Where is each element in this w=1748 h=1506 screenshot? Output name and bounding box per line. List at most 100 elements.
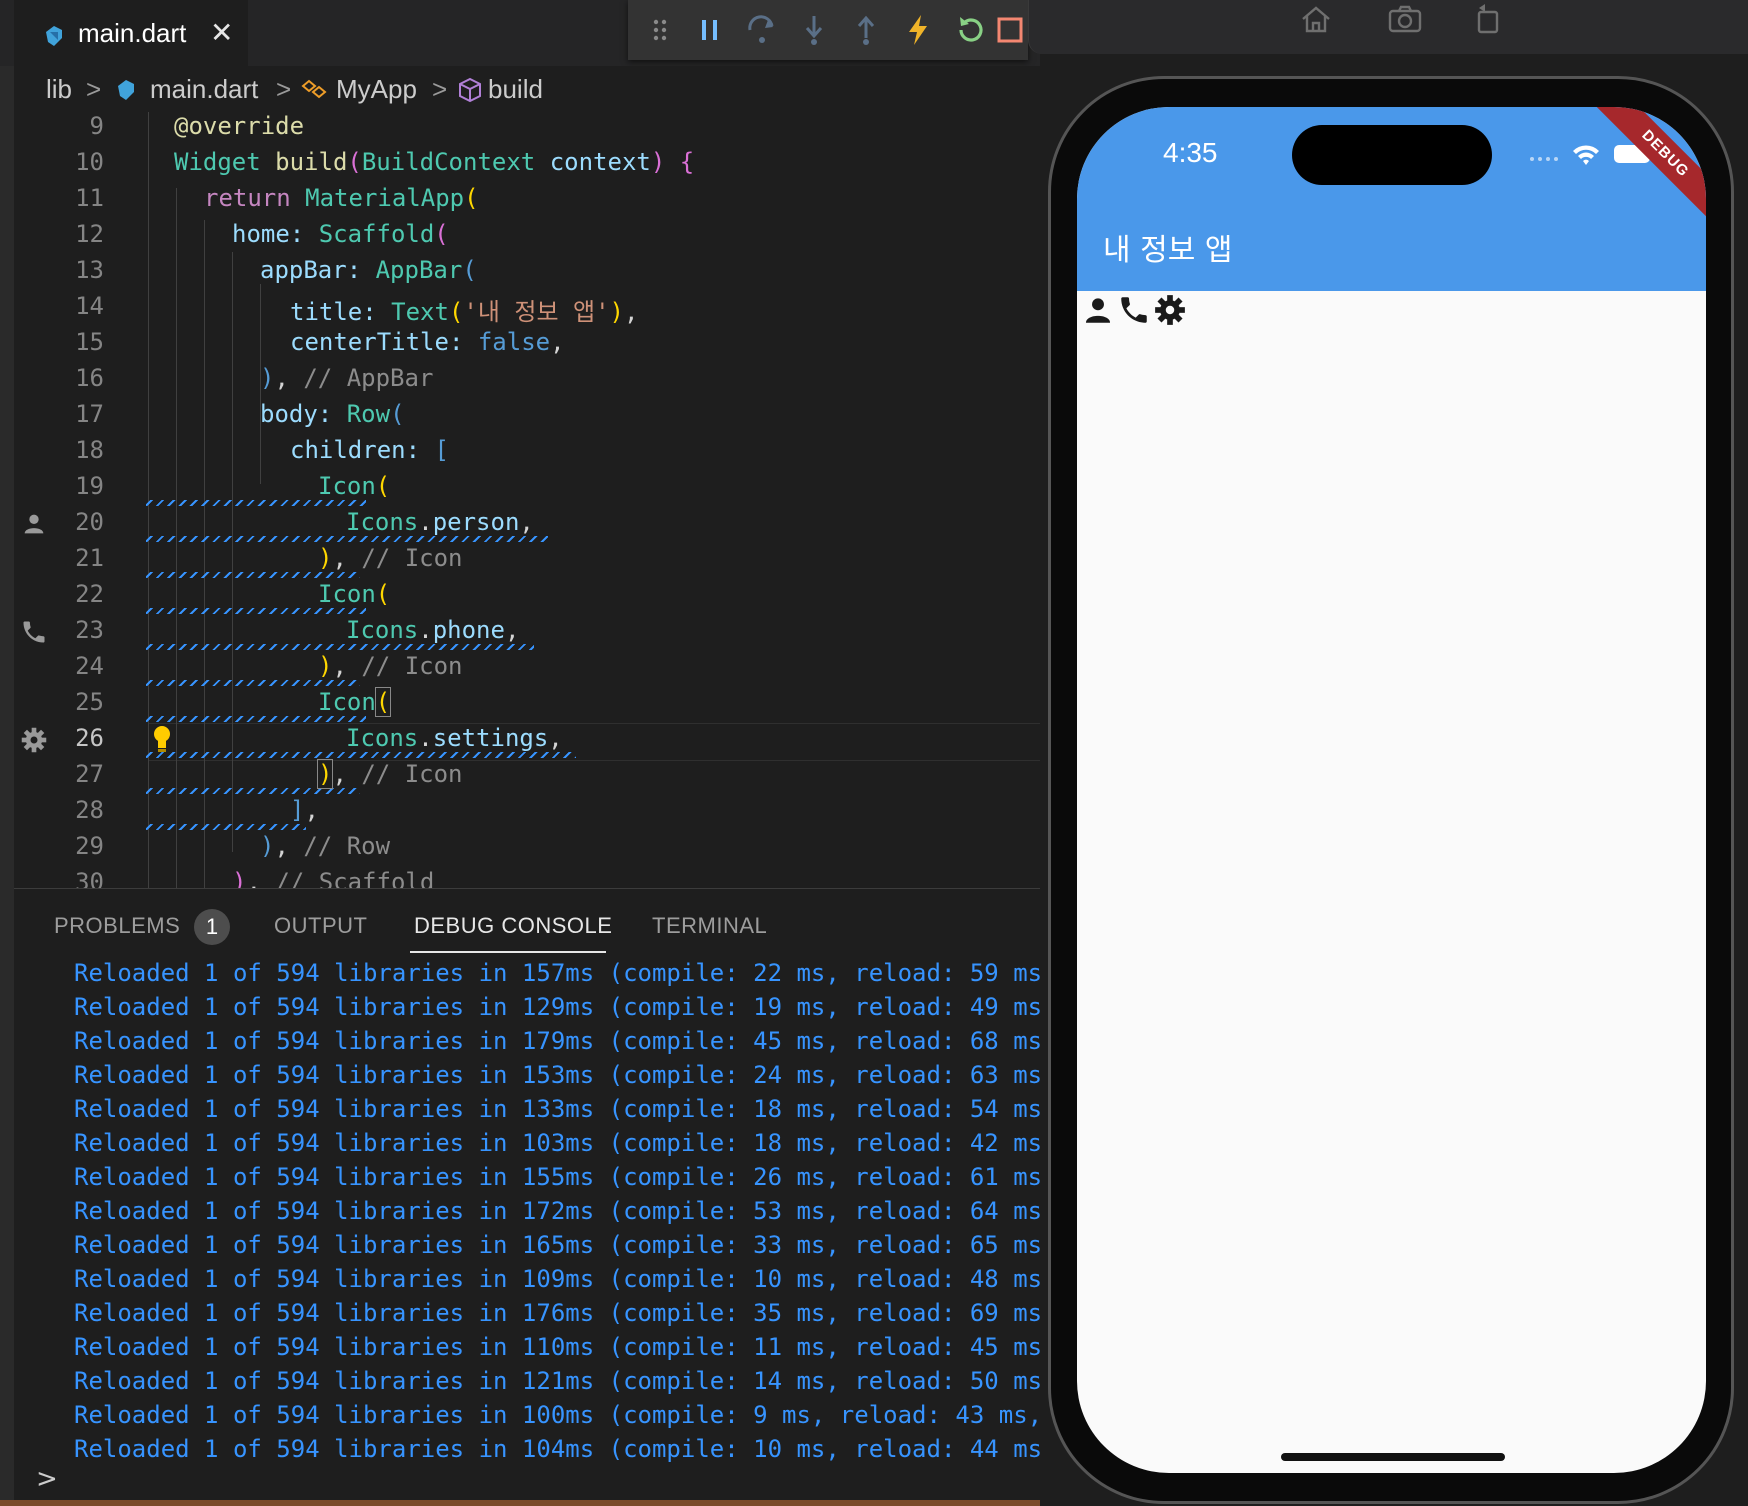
tab-problems[interactable]: PROBLEMS — [54, 913, 180, 939]
screenshot-icon[interactable] — [1387, 4, 1423, 34]
code-line: title: Text('내 정보 앱'), — [290, 298, 639, 326]
breadcrumb-class[interactable]: MyApp — [336, 74, 417, 105]
console-line: Reloaded 1 of 594 libraries in 100ms (co… — [74, 1401, 1043, 1429]
line-number: 30 — [75, 868, 104, 888]
type-token: Row — [346, 400, 391, 428]
type-token: Icon — [318, 580, 376, 608]
comment-token: // Icon — [361, 760, 463, 788]
code-line: centerTitle: false, — [290, 328, 565, 356]
activity-strip — [0, 0, 14, 1506]
dart-file-icon — [46, 26, 62, 46]
code-line: Icon( — [318, 687, 392, 717]
debug-banner: DEBUG — [1594, 107, 1706, 225]
line-number: 14 — [75, 292, 104, 320]
line-number: 19 — [75, 472, 104, 500]
warning-squiggle — [146, 788, 360, 794]
warning-squiggle — [146, 500, 366, 506]
breadcrumb-lib[interactable]: lib — [46, 74, 72, 105]
type-token: Icons — [346, 508, 419, 536]
code-line: Icons.person, — [346, 508, 534, 536]
param-token: centerTitle: — [290, 328, 464, 356]
warning-squiggle — [146, 752, 576, 758]
keyword-token: return — [204, 184, 291, 212]
breadcrumb-separator: > — [432, 74, 448, 104]
line-number: 18 — [75, 436, 104, 464]
line-number: 16 — [75, 364, 104, 392]
property-token: phone — [432, 616, 505, 644]
stop-icon[interactable] — [992, 12, 1028, 48]
code-line: ), // Scaffold — [232, 868, 434, 888]
comment-token: // AppBar — [303, 364, 434, 392]
drag-handle-icon[interactable] — [642, 12, 678, 48]
close-icon[interactable]: ✕ — [210, 16, 233, 49]
console-line: Reloaded 1 of 594 libraries in 110ms (co… — [74, 1333, 1057, 1361]
console-line: Reloaded 1 of 594 libraries in 104ms (co… — [74, 1435, 1057, 1463]
param-token: children: — [290, 436, 421, 464]
console-line: Reloaded 1 of 594 libraries in 133ms (co… — [74, 1095, 1057, 1123]
tab-terminal[interactable]: TERMINAL — [652, 913, 767, 939]
breadcrumb-file[interactable]: main.dart — [150, 74, 258, 105]
param-token: appBar: — [260, 256, 362, 284]
console-line: Reloaded 1 of 594 libraries in 103ms (co… — [74, 1129, 1057, 1157]
phone-screen[interactable]: 4:35 내 정보 앱 DEBUG — [1077, 107, 1706, 1473]
app-title: 내 정보 앱 — [1103, 233, 1233, 268]
code-line: Icons.settings, — [346, 724, 563, 752]
warning-squiggle — [146, 716, 366, 722]
tab-debug-console[interactable]: DEBUG CONSOLE — [414, 913, 612, 939]
type-token: Scaffold — [318, 220, 435, 248]
step-over-icon[interactable] — [744, 12, 780, 48]
rotate-icon[interactable] — [1473, 2, 1503, 34]
warning-squiggle — [146, 824, 306, 830]
phone-icon — [23, 621, 45, 643]
comment-token: // Icon — [361, 544, 463, 572]
breadcrumb-separator: > — [86, 74, 102, 104]
debug-toolbar — [628, 0, 1028, 60]
restart-icon[interactable] — [952, 12, 988, 48]
lightbulb-icon[interactable] — [152, 724, 172, 754]
code-line: ), // Icon — [316, 759, 463, 789]
property-token: person — [432, 508, 520, 536]
wifi-icon — [1573, 145, 1599, 165]
step-into-icon[interactable] — [796, 12, 832, 48]
indent-guide — [232, 252, 233, 852]
annotation: @override — [174, 112, 305, 140]
console-line: Reloaded 1 of 594 libraries in 155ms (co… — [74, 1163, 1057, 1191]
console-input[interactable]: > — [36, 1464, 58, 1494]
active-tab-indicator — [410, 951, 606, 953]
console-line: Reloaded 1 of 594 libraries in 109ms (co… — [74, 1265, 1057, 1293]
param-token: body: — [260, 400, 333, 428]
line-number: 13 — [75, 256, 104, 284]
string-token: '내 정보 앱' — [463, 298, 610, 326]
code-line: Icon( — [318, 580, 391, 608]
breadcrumb-method[interactable]: build — [488, 74, 543, 105]
class-icon — [301, 79, 327, 99]
param-token: context — [549, 148, 651, 176]
code-editor[interactable]: 9 10 11 12 13 14 15 16 17 18 19 20 21 22… — [14, 112, 1040, 888]
home-indicator[interactable] — [1281, 1453, 1505, 1461]
comment-token: // Icon — [361, 652, 463, 680]
person-icon — [24, 514, 44, 534]
hot-reload-icon[interactable] — [900, 12, 936, 48]
warning-squiggle — [146, 536, 548, 542]
tab-output[interactable]: OUTPUT — [274, 913, 367, 939]
code-line: ], — [290, 796, 319, 824]
type-token: MaterialApp — [305, 184, 465, 212]
bool-token: false — [477, 328, 551, 356]
code-line: body: Row( — [260, 400, 405, 428]
param-token: home: — [232, 220, 305, 248]
code-line: home: Scaffold( — [232, 220, 449, 248]
line-number: 29 — [75, 832, 104, 860]
pause-icon[interactable] — [692, 12, 728, 48]
line-number: 21 — [75, 544, 104, 572]
home-icon[interactable] — [1299, 4, 1333, 34]
comment-token: // Row — [303, 832, 391, 860]
console-line: Reloaded 1 of 594 libraries in 176ms (co… — [74, 1299, 1057, 1327]
type-token: Icon — [318, 472, 376, 500]
type-token: Icon — [318, 688, 376, 716]
step-out-icon[interactable] — [848, 12, 884, 48]
code-line: ), // Row — [260, 832, 391, 860]
type-token: Icons — [346, 616, 419, 644]
app-bar: 4:35 내 정보 앱 DEBUG — [1077, 107, 1706, 291]
tab-main-dart[interactable]: main.dart ✕ — [14, 0, 248, 66]
code-line: Icon( — [318, 472, 391, 500]
